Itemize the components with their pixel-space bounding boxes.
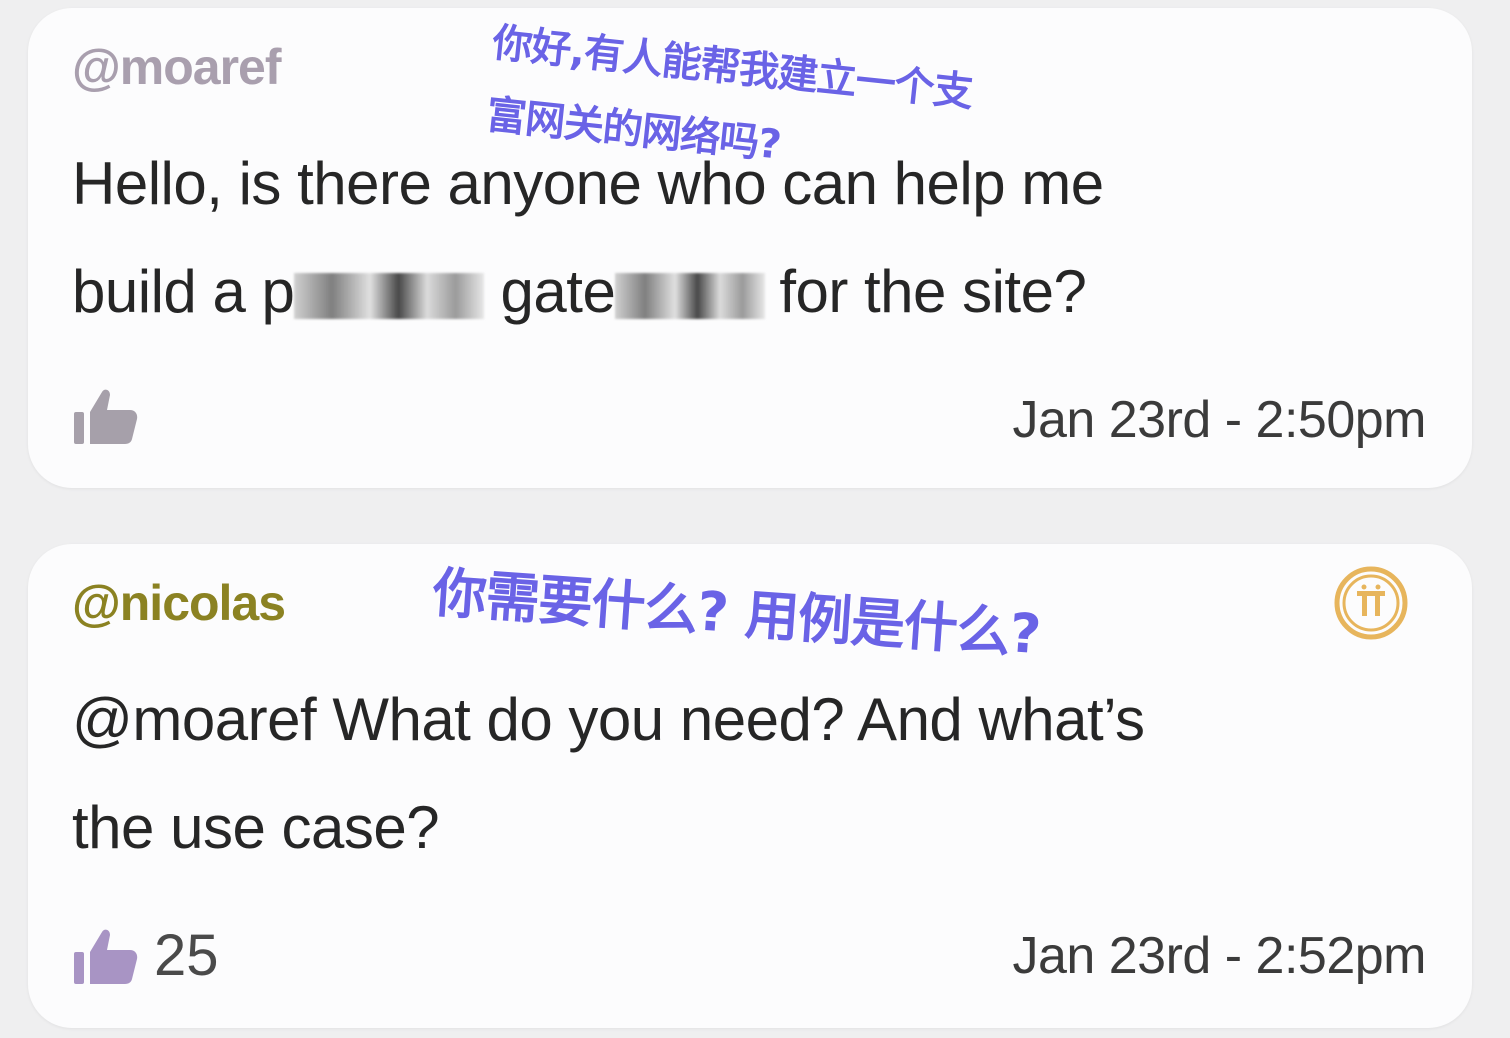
comment-body-line: the use case? — [72, 794, 440, 861]
thumbs-up-icon[interactable] — [72, 386, 138, 446]
comment-timestamp: Jan 23rd - 2:52pm — [1012, 927, 1426, 985]
comment-body-line: build a p gate for the site? — [72, 238, 1432, 346]
comment-body-line: @moaref What do you need? And what’s — [72, 686, 1145, 753]
comment-body-fragment: for the site? — [779, 258, 1087, 325]
like-count: 25 — [154, 923, 219, 988]
comment-timestamp: Jan 23rd - 2:50pm — [1012, 391, 1426, 449]
comment-body-fragment: build a p — [72, 258, 295, 325]
pi-coin-icon — [1334, 566, 1408, 640]
redacted-text — [294, 273, 485, 320]
comment-username[interactable]: @nicolas — [72, 574, 286, 632]
thumbs-up-icon[interactable] — [72, 926, 138, 986]
comment-body: @moaref What do you need? And what’s the… — [72, 666, 1432, 882]
like-control[interactable] — [72, 386, 154, 446]
comment-thread: @moaref Hello, is there anyone who can h… — [0, 0, 1510, 1038]
comment-username[interactable]: @moaref — [72, 38, 281, 96]
redacted-text — [615, 273, 766, 320]
like-control[interactable]: 25 — [72, 922, 219, 989]
comment-body-fragment: gate — [484, 258, 616, 325]
